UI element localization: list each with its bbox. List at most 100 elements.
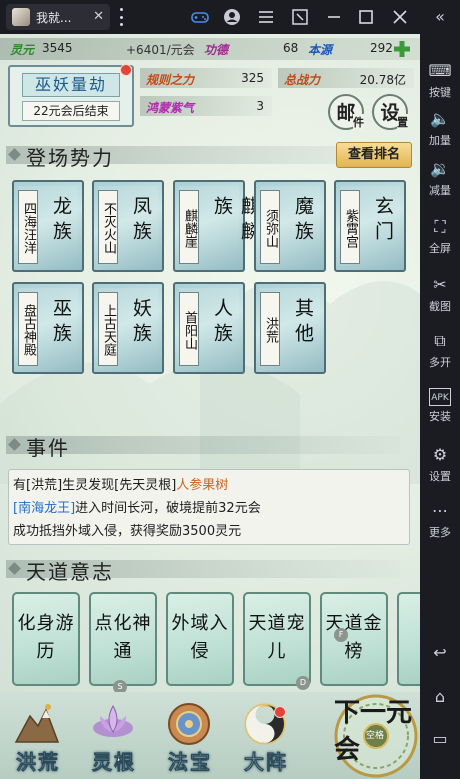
event-line: 成功抵挡外域入侵，获得奖励3500灵元: [13, 524, 242, 539]
screenshot-button[interactable]: ✂ 截图: [420, 274, 460, 314]
will-card[interactable]: 点化神通: [89, 592, 157, 686]
sidebar-label: 设置: [429, 470, 451, 483]
will-card[interactable]: 化身游历: [12, 592, 80, 686]
home-button[interactable]: ⌂: [420, 686, 460, 708]
faction-card[interactable]: 洪荒 其他: [254, 282, 326, 374]
faction-location: 不灭火山: [98, 190, 118, 264]
sidebar-label: 按键: [429, 86, 451, 99]
double-chevron-icon: «: [435, 7, 445, 26]
next-era-button[interactable]: 下一元会 空格: [326, 688, 420, 779]
mail-button[interactable]: 邮 件: [328, 94, 364, 130]
will-card[interactable]: 天道宠儿: [243, 592, 311, 686]
gamepad-icon[interactable]: [190, 7, 210, 27]
volume-up-button[interactable]: 🔈 加量: [420, 108, 460, 148]
faction-name: 巫族: [50, 298, 72, 348]
faction-location: 麒麟崖: [179, 190, 199, 264]
multi-instance-button[interactable]: ⧉ 多开: [420, 330, 460, 370]
sidebar-label: 全屏: [429, 242, 451, 255]
more-button[interactable]: ⋯ 更多: [420, 500, 460, 540]
events-title: 事件: [26, 436, 70, 460]
faction-location: 盘古神殿: [18, 292, 38, 366]
sidebar-label: 截图: [429, 300, 451, 313]
faction-card[interactable]: 上古天庭 妖族: [92, 282, 164, 374]
will-card[interactable]: 外域入侵: [166, 592, 234, 686]
back-button[interactable]: ↩: [420, 642, 460, 664]
lingyuan-rate: +6401/元会: [126, 43, 195, 57]
faction-location: 首阳山: [179, 292, 199, 366]
will-section-header: 天道意志: [6, 556, 400, 584]
menu-icon[interactable]: [256, 7, 276, 27]
event-line: [南海龙王]进入时间长河，破境提前32元会: [13, 497, 261, 516]
purple-qi-value: 3: [256, 99, 264, 113]
sidebar-label: 加量: [429, 134, 451, 147]
faction-card[interactable]: 紫霄宫 玄门: [334, 180, 406, 272]
fullscreen-icon: ⛶: [434, 217, 446, 236]
faction-card[interactable]: 盘古神殿 巫族: [12, 282, 84, 374]
settings-button[interactable]: 设 置: [372, 94, 408, 130]
faction-card[interactable]: 麒麟崖 麒麟族: [173, 180, 260, 272]
nav-linggen[interactable]: 灵根: [76, 692, 152, 779]
total-power-value: 20.78亿: [359, 73, 406, 87]
formation-notification-dot: [274, 706, 286, 718]
benyuan-value: 292: [370, 41, 393, 55]
faction-location: 四海汪洋: [18, 190, 38, 264]
faction-card[interactable]: 首阳山 人族: [173, 282, 245, 374]
kalpa-panel[interactable]: 巫妖量劫 22元会后结束: [8, 65, 134, 127]
total-power-label: 总战力: [284, 73, 321, 87]
nav-label: 法宝: [168, 750, 212, 775]
faction-name: 其他: [292, 298, 314, 348]
faction-location: 洪荒: [260, 292, 280, 366]
recents-button[interactable]: ▭: [420, 728, 460, 750]
sidebar-label: 更多: [429, 526, 451, 539]
faction-card[interactable]: 不灭火山 凤族: [92, 180, 164, 272]
volume-down-button[interactable]: 🔉 减量: [420, 158, 460, 198]
settings-sidebar-button[interactable]: ⚙ 设置: [420, 444, 460, 484]
event-person-link[interactable]: [南海龙王]: [13, 501, 75, 516]
home-icon: ⌂: [434, 687, 446, 706]
faction-name: 凤族: [130, 196, 152, 246]
hotkey-badge: F: [334, 628, 348, 642]
purple-qi-stat: 鸿蒙紫气 3: [140, 96, 272, 116]
user-icon[interactable]: [222, 7, 242, 27]
back-icon: ↩: [433, 643, 447, 662]
minimize-icon[interactable]: [324, 7, 344, 27]
check-ranking-button[interactable]: 查看排名: [336, 142, 412, 168]
will-card-label: 外域入侵: [171, 613, 229, 662]
scissors-icon: ✂: [433, 275, 447, 294]
nav-label: 灵根: [92, 750, 136, 775]
nav-label: 洪荒: [16, 750, 60, 775]
volume-down-icon: 🔉: [430, 159, 450, 178]
event-item-link[interactable]: 人参果树: [176, 478, 228, 493]
close-icon[interactable]: [390, 7, 410, 27]
nav-honghuang[interactable]: 洪荒: [0, 692, 76, 779]
install-apk-button[interactable]: APK 安装: [420, 388, 460, 424]
nav-dazhen[interactable]: 大阵: [228, 692, 304, 779]
purple-qi-label: 鸿蒙紫气: [146, 101, 195, 115]
event-log: 有[洪荒]生灵发现[先天灵根]人参果树 [南海龙王]进入时间长河，破境提前32元…: [8, 469, 410, 545]
nav-label: 大阵: [244, 750, 288, 775]
tab-close-icon[interactable]: ✕: [93, 9, 104, 24]
will-card[interactable]: 天道金榜: [320, 592, 388, 686]
keymap-button[interactable]: ⌨ 按键: [420, 60, 460, 100]
app-tab[interactable]: 我就... ✕: [6, 4, 110, 30]
lingyuan-label: 灵元: [10, 43, 35, 57]
add-resource-icon[interactable]: [392, 39, 412, 59]
faction-card[interactable]: 四海汪洋 龙族: [12, 180, 84, 272]
fullscreen-button[interactable]: ⛶ 全屏: [420, 216, 460, 256]
gear-icon: ⚙: [432, 445, 448, 464]
more-dots-icon[interactable]: [118, 8, 124, 26]
will-title: 天道意志: [26, 560, 114, 584]
nav-fabao[interactable]: 法宝: [152, 692, 228, 779]
mountain-icon: [14, 704, 60, 743]
sidebar-label: 多开: [429, 356, 451, 369]
event-line: 有[洪荒]生灵发现[先天灵根]人参果树: [13, 474, 228, 493]
window-mode-icon[interactable]: [290, 7, 310, 27]
formation-icon: [244, 703, 286, 745]
next-era-hotkey: 空格: [366, 731, 385, 741]
will-card-partial[interactable]: [397, 592, 420, 686]
recents-icon: ▭: [432, 729, 448, 748]
collapse-sidebar-button[interactable]: «: [420, 6, 460, 28]
faction-card[interactable]: 须弥山 魔族: [254, 180, 326, 272]
volume-up-icon: 🔈: [430, 109, 450, 128]
maximize-icon[interactable]: [356, 7, 376, 27]
